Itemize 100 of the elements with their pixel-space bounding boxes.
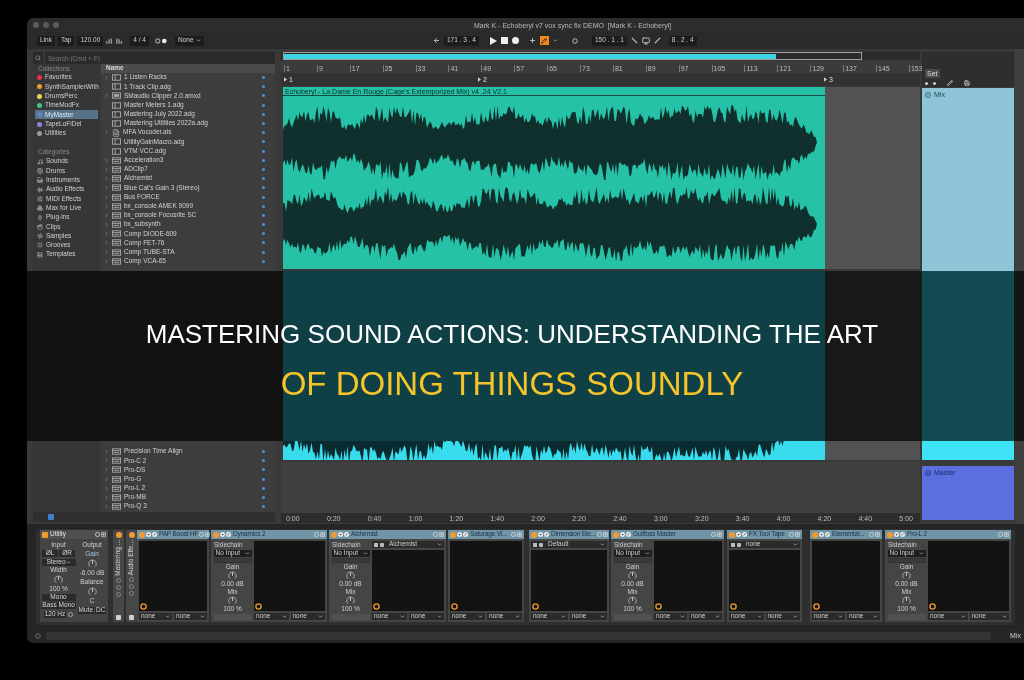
circle-triangle-icon[interactable] — [925, 469, 931, 476]
record-icon[interactable] — [511, 37, 519, 44]
document-icon — [112, 128, 120, 137]
framed-square-icon[interactable] — [205, 532, 211, 537]
circle-triangle-icon[interactable] — [819, 532, 824, 537]
mix-knob[interactable] — [346, 596, 355, 605]
power-icon[interactable] — [115, 532, 122, 538]
sliders-icon — [37, 195, 43, 202]
circle-triangle-icon[interactable] — [220, 532, 225, 537]
circle-icon[interactable] — [35, 632, 41, 639]
circle-icon[interactable] — [68, 611, 74, 617]
caret-icon — [318, 614, 323, 619]
gain-knob[interactable] — [228, 571, 237, 580]
ring-icon[interactable] — [451, 603, 458, 610]
pencil-icon[interactable] — [947, 80, 953, 86]
bars-icon[interactable] — [116, 37, 124, 44]
circle-slash-icon[interactable] — [463, 532, 468, 537]
balance-knob[interactable] — [87, 587, 97, 596]
triangle-icon[interactable] — [284, 77, 287, 82]
caret-icon — [244, 550, 250, 556]
circle-slash-icon[interactable] — [344, 532, 349, 537]
ring-icon[interactable] — [929, 603, 936, 610]
caret-icon — [873, 614, 878, 619]
arrow-icon[interactable] — [433, 37, 440, 44]
circle-slash-icon[interactable] — [900, 532, 905, 537]
cubes-icon — [37, 205, 43, 212]
ring-icon[interactable] — [373, 603, 380, 610]
audio-clip[interactable] — [283, 441, 825, 460]
play-icon[interactable] — [488, 36, 497, 45]
square-icon — [539, 542, 543, 547]
automation-arm-button[interactable] — [539, 36, 549, 45]
circle-triangle-icon[interactable] — [146, 532, 151, 537]
caret-icon — [165, 614, 170, 619]
caret-icon — [680, 614, 685, 619]
split-box-icon — [112, 120, 121, 128]
note-icon — [37, 158, 43, 165]
triangle-icon[interactable] — [824, 77, 827, 82]
ring-icon[interactable] — [140, 603, 147, 610]
circle-slash-icon[interactable] — [226, 532, 231, 537]
ring-icon[interactable] — [730, 603, 737, 610]
caret-icon — [281, 614, 287, 619]
circle-triangle-icon[interactable] — [457, 532, 462, 537]
sidechain-field[interactable] — [331, 557, 370, 563]
circle-slash-icon[interactable] — [152, 532, 157, 537]
width-knob[interactable] — [54, 575, 63, 584]
mix-knob[interactable] — [628, 596, 637, 605]
headline-second-line: OF DOING THINGS SOUNDLY — [280, 367, 744, 400]
monitor-icon[interactable] — [641, 36, 650, 45]
gain-knob[interactable] — [628, 571, 637, 580]
circle-slash-icon[interactable] — [742, 532, 747, 537]
caret-icon — [65, 559, 71, 565]
caret-icon — [200, 614, 205, 619]
caret-icon — [756, 614, 762, 619]
power-icon[interactable] — [42, 531, 48, 538]
caret-icon — [478, 614, 483, 619]
stop-icon[interactable] — [500, 37, 508, 44]
circle-triangle-icon[interactable] — [925, 91, 931, 98]
circle-slash-icon[interactable] — [626, 532, 631, 537]
power-icon[interactable] — [128, 532, 135, 538]
gain-knob[interactable] — [902, 571, 911, 580]
caret-icon — [515, 614, 520, 619]
sidechain-field[interactable] — [613, 557, 652, 563]
circle-slash-icon[interactable] — [544, 532, 549, 537]
sidechain-field[interactable] — [213, 557, 252, 563]
sidechain-field[interactable] — [887, 557, 926, 563]
caret-icon — [1002, 614, 1007, 619]
gain-knob[interactable] — [346, 571, 355, 580]
circle-triangle-icon[interactable] — [736, 532, 741, 537]
triangle-icon[interactable] — [478, 77, 481, 82]
gain-knob[interactable] — [87, 559, 97, 568]
square-icon — [374, 542, 378, 547]
plus-icon[interactable] — [528, 37, 536, 44]
circle-icon[interactable] — [571, 37, 578, 44]
ring-icon[interactable] — [655, 603, 662, 610]
caret-icon — [600, 542, 605, 547]
headline-first-line: MASTERING SOUND ACTIONS: UNDERSTANDING THE ART — [145, 321, 879, 347]
clapperboard-icon — [37, 223, 43, 230]
caret-icon — [195, 38, 201, 43]
caret-icon — [644, 550, 650, 556]
circle-triangle-icon[interactable] — [620, 532, 625, 537]
circle-slash-icon[interactable] — [825, 532, 830, 537]
mixer-track[interactable] — [922, 441, 1014, 460]
search-toggle-button[interactable] — [33, 52, 43, 64]
mix-knob[interactable] — [902, 596, 911, 605]
ring-icon[interactable] — [255, 603, 262, 610]
diagonal-line-icon[interactable] — [630, 37, 638, 44]
ring-icon[interactable] — [813, 603, 820, 610]
circles-icon[interactable] — [154, 37, 168, 44]
circle-triangle-icon[interactable] — [538, 532, 543, 537]
mix-knob[interactable] — [228, 596, 237, 605]
caret-icon — [561, 614, 566, 619]
ring-icon[interactable] — [532, 603, 539, 610]
caret-icon — [437, 542, 442, 547]
floppy-disk-icon[interactable] — [964, 80, 970, 86]
circle-triangle-icon[interactable] — [338, 532, 343, 537]
diagonal-line-icon[interactable] — [653, 37, 661, 44]
circle-triangle-icon[interactable] — [894, 532, 899, 537]
box-icon — [112, 92, 121, 100]
caret-icon — [838, 614, 843, 619]
bars-icon[interactable] — [106, 37, 114, 44]
